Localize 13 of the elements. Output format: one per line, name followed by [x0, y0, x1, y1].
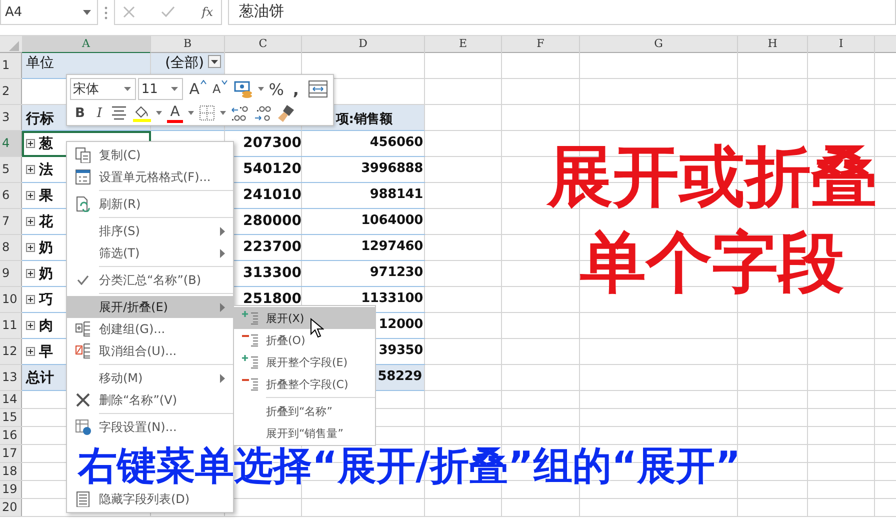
- headline: 展开或折叠: [545, 137, 878, 217]
- caption: 右键菜单选择“展开/折叠”组的“展开”: [78, 446, 741, 488]
- row-label: 肉: [39, 317, 53, 335]
- row-label: 奶: [39, 265, 53, 283]
- row-label: 花: [39, 213, 53, 231]
- headline: 单个字段: [579, 223, 845, 303]
- row-label: 早: [39, 343, 53, 361]
- row-label: 奶: [39, 239, 53, 257]
- row-label: 葱: [39, 135, 53, 153]
- filter-value: (全部): [165, 54, 204, 72]
- row-label: 法: [39, 161, 53, 179]
- row-label: 果: [39, 187, 53, 205]
- row-label: 巧: [39, 291, 53, 309]
